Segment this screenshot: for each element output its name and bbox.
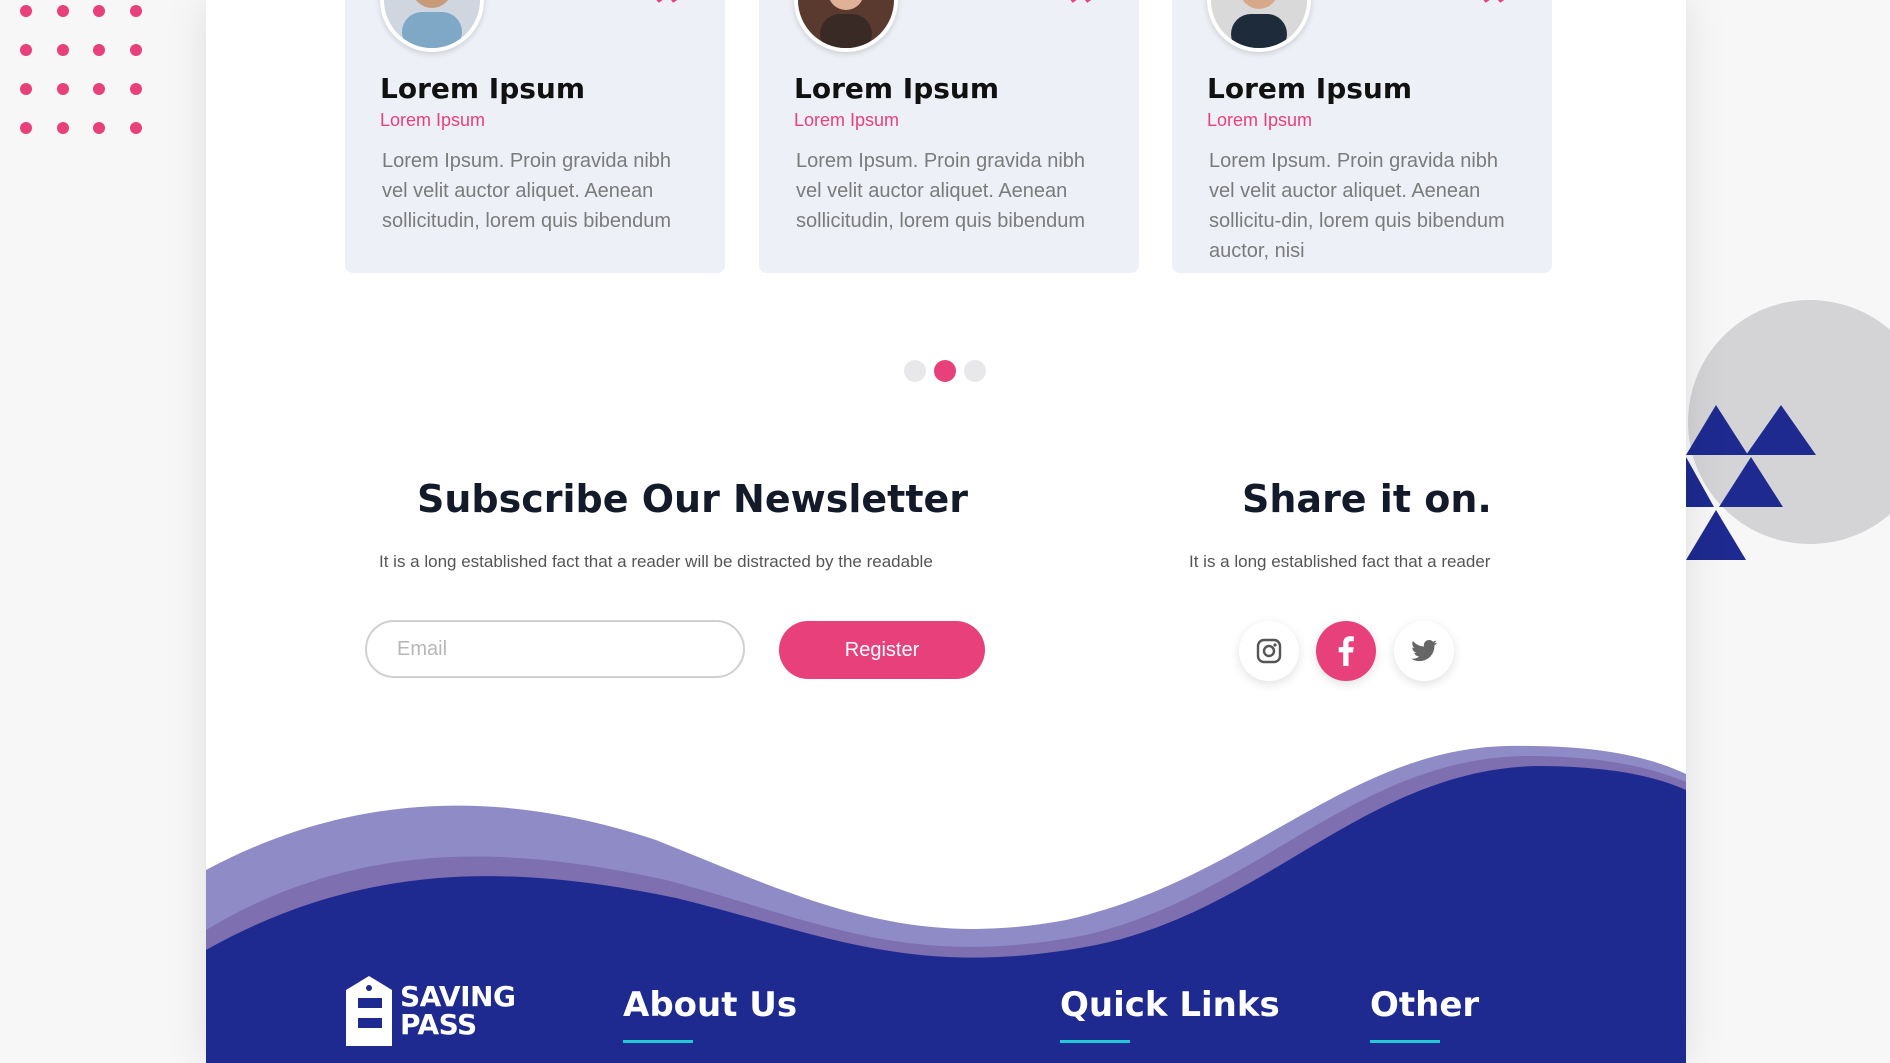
testimonial-role: Lorem Ipsum	[1207, 110, 1313, 130]
testimonial-text: Lorem Ipsum. Proin gravida nibh vel veli…	[382, 150, 672, 232]
carousel-pager	[904, 360, 986, 382]
testimonial-card: ” Lorem Ipsum Lorem Ipsum Lorem Ipsum. P…	[1172, 0, 1552, 273]
logo-icon	[346, 976, 392, 1046]
pager-dot[interactable]	[964, 360, 986, 382]
facebook-button[interactable]	[1316, 621, 1376, 681]
heading-underline	[623, 1040, 693, 1043]
landing-page: ” Lorem Ipsum Lorem Ipsum Lorem Ipsum. P…	[206, 0, 1686, 1063]
testimonial-name: Lorem Ipsum	[380, 72, 586, 105]
testimonial-name: Lorem Ipsum	[1207, 72, 1413, 105]
decorative-triangles	[1686, 405, 1816, 560]
facebook-icon	[1338, 636, 1354, 666]
pager-dot[interactable]	[904, 360, 926, 382]
logo-text: SAVING PASS	[400, 980, 516, 1041]
footer-heading-about-us[interactable]: About Us	[623, 985, 797, 1025]
testimonial-card: ” Lorem Ipsum Lorem Ipsum Lorem Ipsum. P…	[759, 0, 1139, 273]
footer-heading-quick-links[interactable]: Quick Links	[1060, 985, 1280, 1025]
avatar	[380, 0, 484, 52]
heading-underline	[1370, 1040, 1440, 1043]
decorative-dot-grid	[20, 5, 142, 134]
pager-dot-active[interactable]	[934, 360, 956, 382]
testimonial-name: Lorem Ipsum	[794, 72, 1000, 105]
share-title: Share it on.	[1242, 477, 1492, 521]
instagram-icon	[1256, 638, 1282, 664]
twitter-icon	[1411, 640, 1437, 662]
newsletter-title: Subscribe Our Newsletter	[417, 477, 968, 521]
register-button[interactable]: Register	[779, 621, 985, 679]
instagram-button[interactable]	[1239, 621, 1299, 681]
logo-line-2: PASS	[400, 1008, 477, 1041]
testimonial-role: Lorem Ipsum	[380, 110, 486, 130]
twitter-button[interactable]	[1394, 621, 1454, 681]
email-input[interactable]	[365, 620, 745, 678]
testimonial-card: ” Lorem Ipsum Lorem Ipsum Lorem Ipsum. P…	[345, 0, 725, 273]
testimonial-text: Lorem Ipsum. Proin gravida nibh vel veli…	[1209, 150, 1505, 262]
quote-icon: ”	[1479, 0, 1516, 47]
logo-line-1: SAVING	[400, 980, 516, 1013]
avatar	[1207, 0, 1311, 52]
quote-icon: ”	[652, 0, 689, 47]
testimonial-text: Lorem Ipsum. Proin gravida nibh vel veli…	[796, 150, 1086, 232]
saving-pass-logo[interactable]: SAVING PASS	[346, 976, 516, 1046]
testimonial-role: Lorem Ipsum	[794, 110, 900, 130]
avatar	[794, 0, 898, 52]
heading-underline	[1060, 1040, 1130, 1043]
share-subtitle: It is a long established fact that a rea…	[1189, 552, 1491, 571]
footer-heading-other[interactable]: Other	[1370, 985, 1479, 1025]
newsletter-subtitle: It is a long established fact that a rea…	[379, 552, 933, 571]
quote-icon: ”	[1066, 0, 1103, 47]
